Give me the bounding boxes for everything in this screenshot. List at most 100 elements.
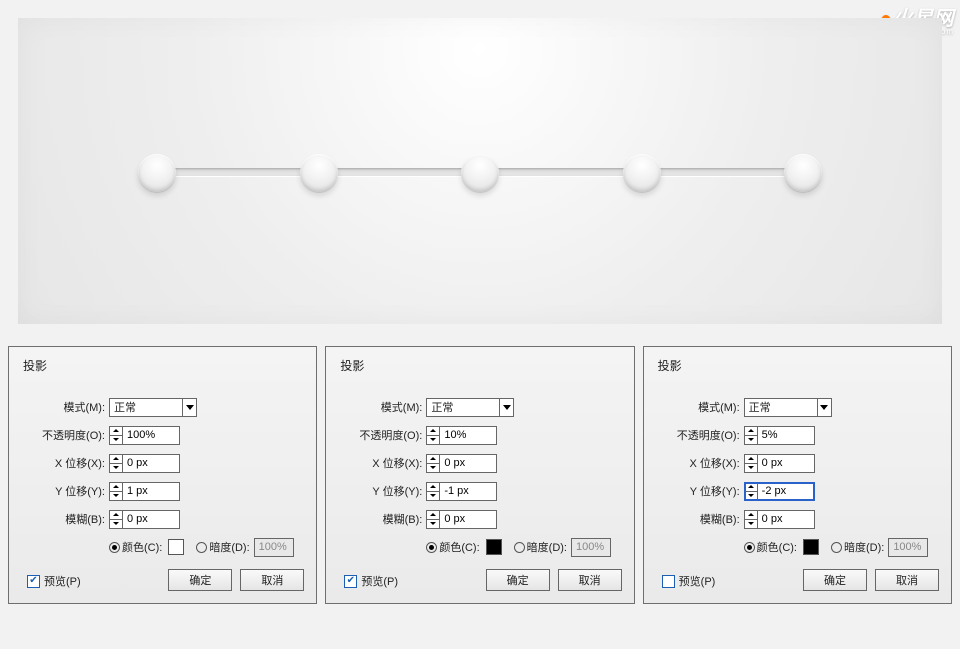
chevron-down-icon[interactable] bbox=[817, 399, 831, 416]
mode-value: 正常 bbox=[749, 399, 771, 415]
preview-checkbox[interactable] bbox=[344, 575, 357, 588]
opacity-label: 不透明度(O): bbox=[23, 427, 109, 443]
progress-knobs bbox=[138, 154, 822, 192]
x-offset-field[interactable] bbox=[109, 454, 180, 473]
opacity-field[interactable] bbox=[744, 426, 815, 445]
stepper-icon[interactable] bbox=[745, 483, 758, 500]
blur-field[interactable] bbox=[744, 510, 815, 529]
mode-label: 模式(M): bbox=[23, 399, 109, 415]
progress-knob bbox=[300, 154, 338, 192]
blur-label: 模糊(B): bbox=[23, 511, 109, 527]
darkness-radio[interactable] bbox=[831, 542, 842, 553]
preview-label: 预览(P) bbox=[44, 573, 81, 589]
x-offset-input[interactable] bbox=[758, 455, 814, 472]
progress-knob bbox=[623, 154, 661, 192]
blur-input[interactable] bbox=[123, 511, 179, 528]
stepper-icon[interactable] bbox=[110, 455, 123, 472]
stepper-icon[interactable] bbox=[427, 511, 440, 528]
blur-input[interactable] bbox=[440, 511, 496, 528]
y-offset-field[interactable] bbox=[109, 482, 180, 501]
mode-select[interactable]: 正常 bbox=[109, 398, 197, 417]
y-offset-input[interactable] bbox=[440, 483, 496, 500]
darkness-label: 暗度(D): bbox=[527, 539, 567, 555]
blur-field[interactable] bbox=[109, 510, 180, 529]
x-offset-input[interactable] bbox=[440, 455, 496, 472]
darkness-input bbox=[255, 539, 293, 556]
y-offset-field[interactable] bbox=[744, 482, 815, 501]
opacity-field[interactable] bbox=[426, 426, 497, 445]
stepper-icon[interactable] bbox=[427, 455, 440, 472]
progress-knob bbox=[784, 154, 822, 192]
x-offset-field[interactable] bbox=[744, 454, 815, 473]
stepper-icon[interactable] bbox=[110, 483, 123, 500]
opacity-field[interactable] bbox=[109, 426, 180, 445]
stepper-icon[interactable] bbox=[427, 427, 440, 444]
x-offset-label: X 位移(X): bbox=[340, 455, 426, 471]
darkness-label: 暗度(D): bbox=[209, 539, 249, 555]
color-label: 颜色(C): bbox=[757, 539, 797, 555]
darkness-field bbox=[254, 538, 294, 557]
color-swatch[interactable] bbox=[803, 539, 819, 555]
darkness-field bbox=[888, 538, 928, 557]
stepper-icon[interactable] bbox=[745, 511, 758, 528]
color-swatch[interactable] bbox=[168, 539, 184, 555]
stepper-icon[interactable] bbox=[745, 427, 758, 444]
x-offset-label: X 位移(X): bbox=[658, 455, 744, 471]
stepper-icon[interactable] bbox=[745, 455, 758, 472]
drop-shadow-panel: 投影 模式(M): 正常 不透明度(O): X 位移(X): Y 位移(Y): bbox=[325, 346, 634, 604]
y-offset-input[interactable] bbox=[123, 483, 179, 500]
stepper-icon[interactable] bbox=[427, 483, 440, 500]
ok-button[interactable]: 确定 bbox=[803, 569, 867, 591]
preview-checkbox[interactable] bbox=[662, 575, 675, 588]
style-preview-area bbox=[18, 18, 942, 324]
opacity-input[interactable] bbox=[758, 427, 814, 444]
opacity-input[interactable] bbox=[123, 427, 179, 444]
stepper-icon[interactable] bbox=[110, 427, 123, 444]
y-offset-input[interactable] bbox=[758, 483, 814, 500]
color-swatch[interactable] bbox=[486, 539, 502, 555]
opacity-label: 不透明度(O): bbox=[340, 427, 426, 443]
y-offset-field[interactable] bbox=[426, 482, 497, 501]
darkness-label: 暗度(D): bbox=[844, 539, 884, 555]
cancel-button[interactable]: 取消 bbox=[240, 569, 304, 591]
opacity-input[interactable] bbox=[440, 427, 496, 444]
cancel-button[interactable]: 取消 bbox=[558, 569, 622, 591]
blur-field[interactable] bbox=[426, 510, 497, 529]
color-label: 颜色(C): bbox=[122, 539, 162, 555]
panel-title: 投影 bbox=[658, 357, 937, 374]
blur-input[interactable] bbox=[758, 511, 814, 528]
color-radio[interactable] bbox=[744, 542, 755, 553]
cancel-button[interactable]: 取消 bbox=[875, 569, 939, 591]
darkness-radio[interactable] bbox=[514, 542, 525, 553]
blur-label: 模糊(B): bbox=[340, 511, 426, 527]
mode-label: 模式(M): bbox=[340, 399, 426, 415]
opacity-label: 不透明度(O): bbox=[658, 427, 744, 443]
color-label: 颜色(C): bbox=[439, 539, 479, 555]
ok-button[interactable]: 确定 bbox=[486, 569, 550, 591]
progress-knob bbox=[138, 154, 176, 192]
blur-label: 模糊(B): bbox=[658, 511, 744, 527]
ok-button[interactable]: 确定 bbox=[168, 569, 232, 591]
chevron-down-icon[interactable] bbox=[499, 399, 513, 416]
color-radio[interactable] bbox=[426, 542, 437, 553]
x-offset-label: X 位移(X): bbox=[23, 455, 109, 471]
x-offset-input[interactable] bbox=[123, 455, 179, 472]
drop-shadow-panels: 投影 模式(M): 正常 不透明度(O): X 位移(X): Y 位移(Y): bbox=[8, 346, 952, 604]
darkness-input bbox=[889, 539, 927, 556]
darkness-input bbox=[572, 539, 610, 556]
mode-select[interactable]: 正常 bbox=[426, 398, 514, 417]
y-offset-label: Y 位移(Y): bbox=[658, 483, 744, 499]
chevron-down-icon[interactable] bbox=[182, 399, 196, 416]
preview-label: 预览(P) bbox=[679, 573, 716, 589]
preview-label: 预览(P) bbox=[361, 573, 398, 589]
darkness-radio[interactable] bbox=[196, 542, 207, 553]
preview-checkbox[interactable] bbox=[27, 575, 40, 588]
stepper-icon[interactable] bbox=[110, 511, 123, 528]
x-offset-field[interactable] bbox=[426, 454, 497, 473]
y-offset-label: Y 位移(Y): bbox=[23, 483, 109, 499]
y-offset-label: Y 位移(Y): bbox=[340, 483, 426, 499]
color-radio[interactable] bbox=[109, 542, 120, 553]
mode-select[interactable]: 正常 bbox=[744, 398, 832, 417]
progress-knob bbox=[461, 154, 499, 192]
drop-shadow-panel: 投影 模式(M): 正常 不透明度(O): X 位移(X): Y 位移(Y): bbox=[643, 346, 952, 604]
